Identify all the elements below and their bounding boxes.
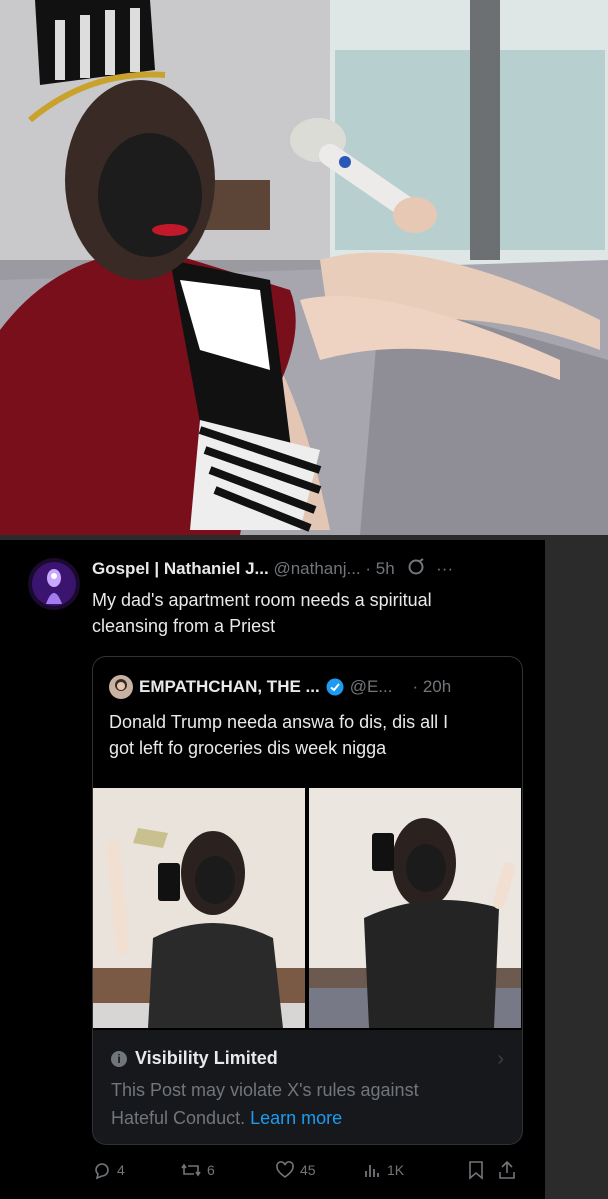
tweet-header: Gospel | Nathaniel J... @nathanj... · 5h… bbox=[92, 558, 453, 581]
reply-icon bbox=[95, 1163, 109, 1180]
author-handle[interactable]: @nathanj... bbox=[273, 559, 360, 578]
visibility-title: i Visibility Limited bbox=[111, 1048, 278, 1069]
reply-count: 4 bbox=[117, 1162, 125, 1178]
author-name[interactable]: Gospel | Nathaniel J... bbox=[92, 559, 269, 578]
tweet-actions: 4 6 45 1K bbox=[92, 1160, 522, 1186]
reply-button[interactable]: 4 bbox=[92, 1160, 125, 1180]
grok-icon[interactable] bbox=[407, 558, 425, 581]
quoted-author-handle[interactable]: @E... bbox=[350, 677, 393, 697]
tweet-time[interactable]: · 5h bbox=[365, 559, 394, 578]
top-photo bbox=[0, 0, 608, 535]
more-options-icon[interactable]: ··· bbox=[436, 559, 453, 578]
repost-icon bbox=[181, 1163, 201, 1177]
visibility-limited-notice[interactable]: i Visibility Limited › This Post may vio… bbox=[92, 1030, 523, 1145]
views-icon bbox=[365, 1165, 379, 1177]
bookmark-icon bbox=[469, 1161, 483, 1180]
learn-more-link[interactable]: Learn more bbox=[250, 1108, 342, 1128]
views-count: 1K bbox=[387, 1162, 405, 1178]
share-icon bbox=[499, 1160, 515, 1179]
quoted-author-avatar[interactable] bbox=[109, 675, 133, 699]
quoted-header: EMPATHCHAN, THE ... @E... · 20h bbox=[109, 675, 451, 699]
info-icon: i bbox=[111, 1050, 127, 1067]
tweet-text-line: cleansing from a Priest bbox=[92, 616, 276, 636]
repost-button[interactable]: 6 bbox=[180, 1160, 215, 1180]
bookmark-button[interactable] bbox=[467, 1160, 485, 1180]
quoted-author-name[interactable]: EMPATHCHAN, THE ... bbox=[139, 677, 320, 697]
quoted-tweet[interactable]: EMPATHCHAN, THE ... @E... · 20h Donald T… bbox=[92, 656, 523, 1047]
views-button[interactable]: 1K bbox=[362, 1160, 404, 1180]
verified-badge-icon bbox=[326, 678, 344, 696]
tweet-card: Gospel | Nathaniel J... @nathanj... · 5h… bbox=[0, 540, 545, 1199]
visibility-text: This Post may violate X's rules against … bbox=[111, 1076, 491, 1132]
quoted-text-line: Donald Trump needa answa fo dis, dis all… bbox=[109, 712, 449, 732]
visibility-title-text: Visibility Limited bbox=[135, 1048, 278, 1068]
quoted-text: Donald Trump needa answa fo dis, dis all… bbox=[109, 709, 509, 761]
quoted-image-1[interactable] bbox=[93, 788, 305, 1028]
visibility-text-prefix: Hateful Conduct. bbox=[111, 1108, 246, 1128]
repost-count: 6 bbox=[207, 1162, 215, 1178]
visibility-text-line2: Hateful Conduct. Learn more bbox=[111, 1104, 491, 1132]
quoted-image-2[interactable] bbox=[309, 788, 521, 1028]
visibility-text-line: This Post may violate X's rules against bbox=[111, 1080, 419, 1100]
heart-icon bbox=[276, 1161, 294, 1178]
quoted-time[interactable]: · 20h bbox=[412, 677, 451, 697]
quoted-text-line: got left fo groceries dis week nigga bbox=[109, 738, 387, 758]
chevron-right-icon[interactable]: › bbox=[497, 1048, 504, 1071]
share-button[interactable] bbox=[497, 1160, 517, 1180]
like-button[interactable]: 45 bbox=[275, 1160, 316, 1180]
tweet-text: My dad's apartment room needs a spiritua… bbox=[92, 587, 512, 639]
like-count: 45 bbox=[300, 1162, 316, 1178]
tweet-text-line: My dad's apartment room needs a spiritua… bbox=[92, 590, 432, 610]
author-avatar[interactable] bbox=[28, 558, 80, 610]
